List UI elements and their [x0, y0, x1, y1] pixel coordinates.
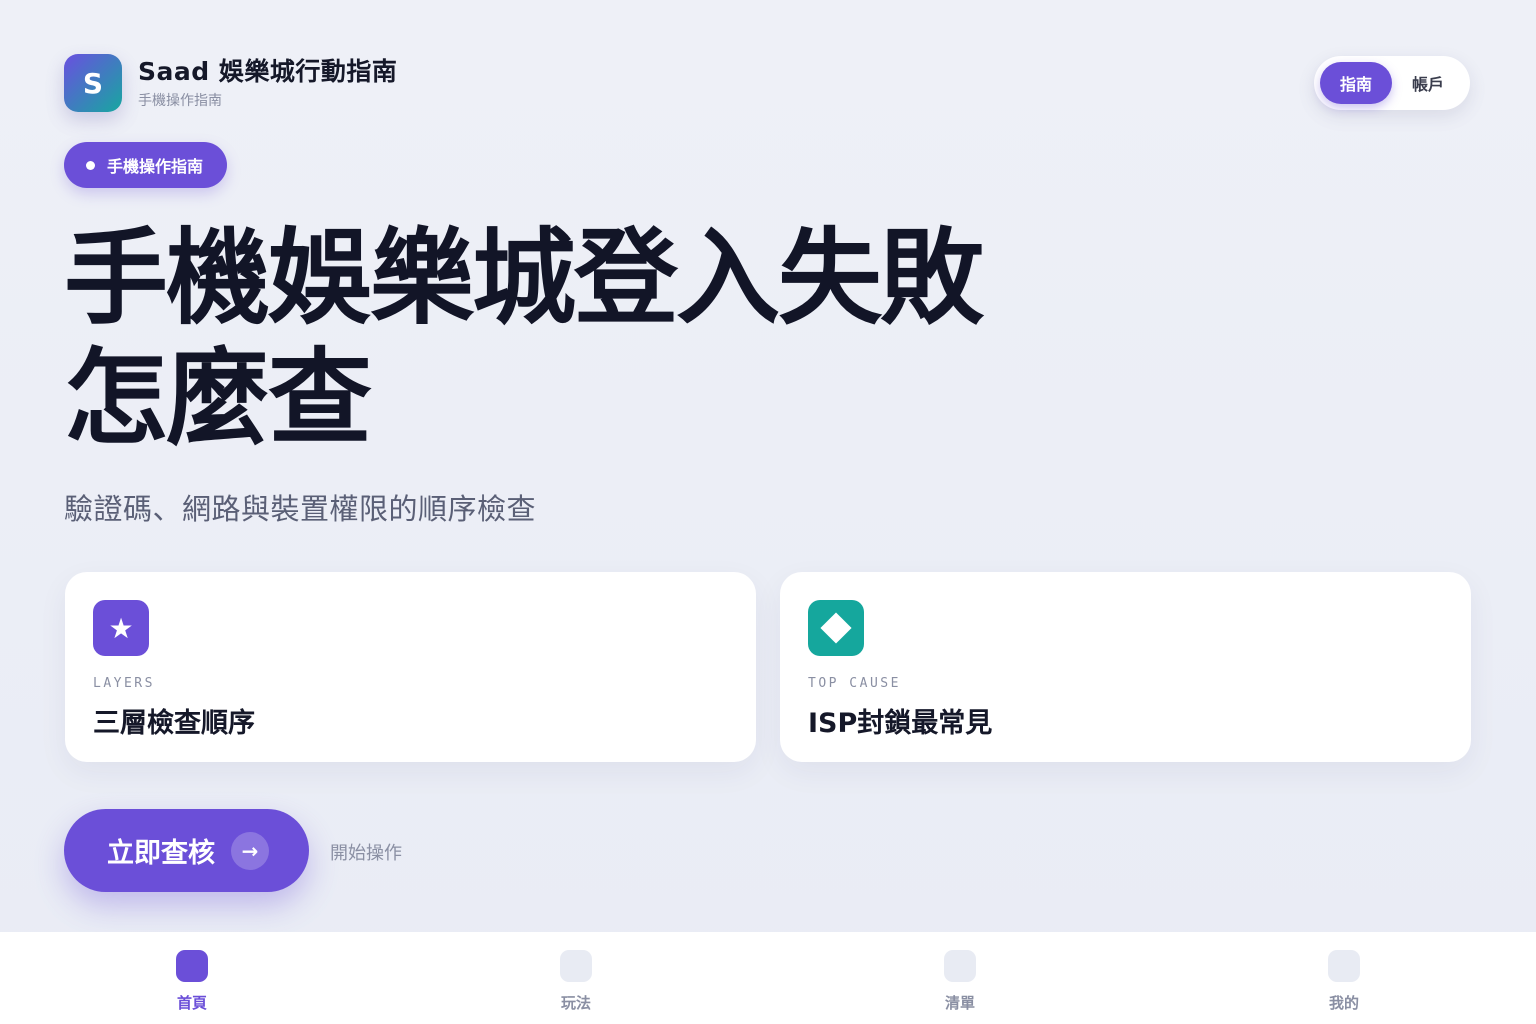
nav-item-gameplay[interactable]: 玩法 [384, 932, 768, 1024]
info-card-layers[interactable]: ★ LAYERS 三層檢查順序 [65, 572, 756, 762]
star-icon: ★ [93, 600, 149, 656]
check-now-button[interactable]: 立即查核 → [64, 809, 309, 892]
card-title: 三層檢查順序 [93, 708, 255, 739]
card-eyebrow: TOP CAUSE [808, 676, 901, 691]
nav-label: 清單 [944, 994, 975, 1012]
segment-account[interactable]: 帳戶 [1392, 62, 1464, 104]
profile-icon [1328, 950, 1360, 982]
page-title: 手機娛樂城登入失敗 怎麼查 [64, 218, 1024, 458]
nav-label: 首頁 [176, 994, 207, 1012]
dot-icon [86, 160, 95, 170]
diamond-icon [808, 600, 864, 656]
cta-note: 開始操作 [330, 843, 402, 864]
card-eyebrow: LAYERS [93, 676, 155, 691]
page-title-line1: 手機娛樂城登入失敗 [64, 217, 984, 339]
nav-item-home[interactable]: 首頁 [0, 932, 384, 1024]
page-title-line2: 怎麼查 [64, 337, 372, 459]
arrow-right-icon: → [231, 831, 269, 870]
app-subtitle: 手機操作指南 [138, 93, 222, 109]
nav-item-profile[interactable]: 我的 [1152, 932, 1536, 1024]
segment-control: 指南 帳戶 [1314, 56, 1470, 110]
card-title: ISP封鎖最常見 [808, 708, 993, 739]
brand[interactable]: S Saad 娛樂城行動指南 手機操作指南 [64, 54, 397, 112]
nav-label: 玩法 [560, 994, 591, 1012]
list-icon [944, 950, 976, 982]
page-subtitle: 驗證碼、網路與裝置權限的順序檢查 [64, 492, 537, 526]
gameplay-icon [560, 950, 592, 982]
brand-text: Saad 娛樂城行動指南 手機操作指南 [138, 56, 397, 110]
nav-item-list[interactable]: 清單 [768, 932, 1152, 1024]
info-card-top-cause[interactable]: TOP CAUSE ISP封鎖最常見 [780, 572, 1471, 762]
category-tag-label: 手機操作指南 [107, 157, 204, 176]
nav-label: 我的 [1328, 994, 1359, 1012]
app-title: Saad 娛樂城行動指南 [138, 57, 398, 86]
category-tag: 手機操作指南 [64, 142, 228, 188]
app-logo: S [64, 54, 122, 112]
check-now-label: 立即查核 [107, 838, 215, 869]
bottom-nav: 首頁 玩法 清單 我的 [0, 932, 1536, 1024]
home-icon [176, 950, 208, 982]
segment-guide[interactable]: 指南 [1320, 62, 1392, 104]
